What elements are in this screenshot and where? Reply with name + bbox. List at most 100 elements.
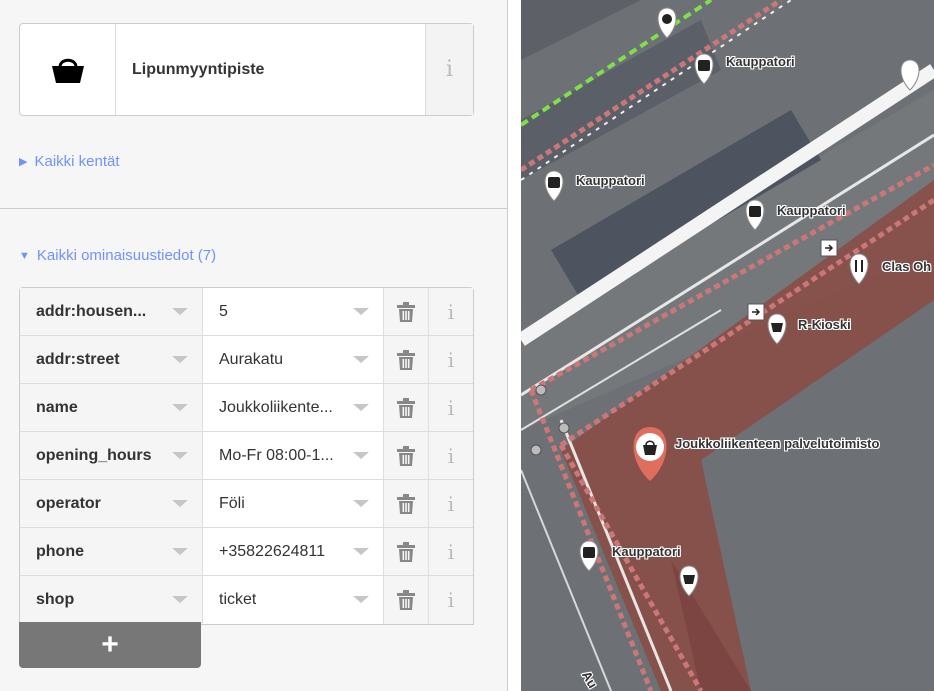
tag-value-text: Aurakatu [219, 350, 284, 368]
preset-info-button[interactable]: i [425, 24, 473, 115]
tag-row: addr:housen... 5 i [20, 288, 473, 336]
plus-icon: + [101, 628, 119, 661]
chevron-down-icon[interactable] [353, 548, 369, 555]
vertex[interactable] [530, 444, 542, 456]
tag-value-text: 5 [219, 302, 228, 320]
delete-tag-button[interactable] [384, 384, 429, 431]
tag-table: addr:housen... 5 i addr:street Aurakatu … [19, 287, 474, 625]
tag-value-text: ticket [219, 591, 257, 608]
chevron-down-icon[interactable] [353, 500, 369, 507]
tag-key-text: shop [36, 591, 75, 608]
delete-tag-button[interactable] [384, 528, 429, 575]
tag-value-text: Föli [219, 494, 245, 512]
delete-tag-button[interactable] [384, 576, 429, 624]
delete-tag-button[interactable] [384, 336, 429, 383]
vertex[interactable] [558, 422, 570, 434]
trash-icon [397, 541, 415, 562]
all-tags-label: Kaikki ominaisuustiedot (7) [36, 247, 217, 264]
chevron-down-icon[interactable] [172, 308, 188, 315]
tag-value-input[interactable]: ticket [203, 576, 384, 624]
tag-info-button[interactable]: i [429, 528, 473, 575]
map-label: Kauppatori [726, 54, 795, 69]
trash-icon [397, 493, 415, 514]
trash-icon [397, 349, 415, 370]
tag-key-text: name [36, 398, 78, 416]
triangle-down-icon: ▼ [19, 249, 30, 262]
tag-key-input[interactable]: opening_hours [20, 432, 203, 479]
all-fields-label: Kaikki kentät [34, 153, 120, 170]
tag-key-input[interactable]: addr:street [20, 336, 203, 383]
preset-name: Lipunmyyntipiste [132, 60, 265, 78]
info-icon: i [447, 443, 455, 468]
tag-value-input[interactable]: Joukkoliikente... [203, 384, 384, 431]
tag-value-input[interactable]: Aurakatu [203, 336, 384, 383]
tag-value-input[interactable]: Mo-Fr 08:00-1... [203, 432, 384, 479]
add-tag-button[interactable]: + [19, 622, 201, 668]
tag-row: addr:street Aurakatu i [20, 336, 473, 384]
tag-row: phone +35822624811 i [20, 528, 473, 576]
preset-header[interactable]: Lipunmyyntipiste i [19, 23, 474, 116]
tag-key-input[interactable]: shop [20, 576, 203, 624]
triangle-right-icon: ▶ [19, 156, 28, 168]
chevron-down-icon[interactable] [172, 548, 188, 555]
tag-key-text: addr:street [36, 350, 120, 368]
map-label: Kauppatori [612, 544, 681, 559]
tag-value-text: Joukkoliikente... [219, 398, 333, 416]
tag-key-text: phone [36, 542, 84, 560]
chevron-down-icon[interactable] [353, 356, 369, 363]
map-label: Joukkoliikenteen palvelutoimisto [675, 436, 880, 451]
tag-info-button[interactable]: i [429, 432, 473, 479]
tag-key-text: opening_hours [36, 446, 152, 464]
tag-value-input[interactable]: 5 [203, 288, 384, 335]
chevron-down-icon[interactable] [172, 356, 188, 363]
all-tags-toggle[interactable]: ▼ Kaikki ominaisuustiedot (7) [19, 247, 216, 264]
chevron-down-icon[interactable] [172, 500, 188, 507]
map-label: R-Kioski [798, 317, 851, 332]
tag-key-input[interactable]: name [20, 384, 203, 431]
info-icon: i [445, 57, 454, 82]
trash-icon [397, 301, 415, 322]
chevron-down-icon[interactable] [172, 452, 188, 459]
delete-tag-button[interactable] [384, 288, 429, 335]
tag-info-button[interactable]: i [429, 384, 473, 431]
vertex[interactable] [535, 384, 547, 396]
tag-key-input[interactable]: addr:housen... [20, 288, 203, 335]
tag-info-button[interactable]: i [429, 480, 473, 527]
tag-key-text: operator [36, 494, 101, 512]
tag-key-input[interactable]: operator [20, 480, 203, 527]
basket-icon [20, 24, 116, 115]
info-icon: i [447, 491, 455, 516]
trash-icon [397, 590, 415, 610]
entrance-icon[interactable] [747, 303, 765, 321]
map-label: Clas Oh [882, 259, 932, 274]
tag-row: opening_hours Mo-Fr 08:00-1... i [20, 432, 473, 480]
chevron-down-icon[interactable] [353, 596, 369, 603]
tag-info-button[interactable]: i [429, 336, 473, 383]
delete-tag-button[interactable] [384, 480, 429, 527]
entrance-icon[interactable] [820, 239, 838, 257]
tag-value-input[interactable]: Föli [203, 480, 384, 527]
inspector-sidebar: Lipunmyyntipiste i ▶ Kaikki kentät ▼ Kai… [0, 0, 508, 691]
info-icon: i [447, 539, 455, 564]
trash-icon [397, 397, 415, 418]
delete-tag-button[interactable] [384, 432, 429, 479]
tag-info-button[interactable]: i [429, 288, 473, 335]
chevron-down-icon[interactable] [353, 404, 369, 411]
chevron-down-icon[interactable] [172, 596, 188, 603]
section-divider [0, 208, 507, 209]
map-label: Kauppatori [777, 203, 846, 218]
all-fields-toggle[interactable]: ▶ Kaikki kentät [19, 153, 120, 170]
trash-icon [397, 445, 415, 466]
chevron-down-icon[interactable] [353, 308, 369, 315]
chevron-down-icon[interactable] [353, 452, 369, 459]
map-view[interactable]: Kauppatori Kauppatori Kauppatori Clas Oh… [521, 0, 934, 691]
chevron-down-icon[interactable] [172, 404, 188, 411]
tag-value-input[interactable]: +35822624811 [203, 528, 384, 575]
info-icon: i [447, 347, 455, 372]
tag-value-text: Mo-Fr 08:00-1... [219, 446, 334, 464]
tag-key-input[interactable]: phone [20, 528, 203, 575]
map-canvas[interactable] [521, 0, 934, 691]
info-icon: i [447, 299, 455, 324]
tag-key-text: addr:housen... [36, 302, 147, 320]
tag-info-button[interactable]: i [429, 576, 473, 624]
